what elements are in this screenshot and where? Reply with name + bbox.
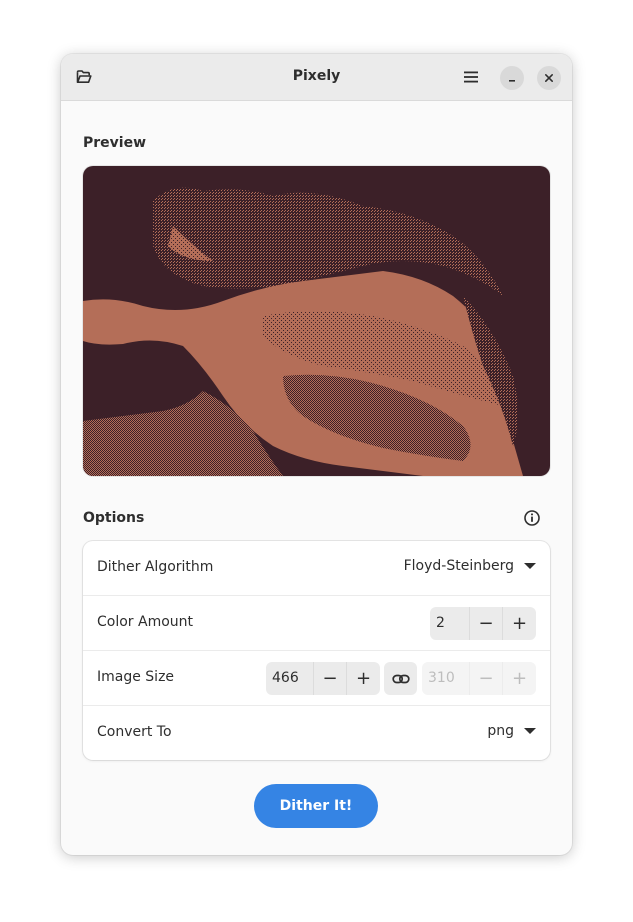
header-bar: Pixely — [61, 54, 572, 101]
dither-algorithm-label: Dither Algorithm — [97, 559, 214, 575]
image-size-label: Image Size — [97, 669, 175, 685]
chevron-down-icon — [524, 563, 536, 569]
color-amount-spinbutton: 2 − + — [430, 607, 536, 640]
image-width-input[interactable]: 466 — [266, 662, 314, 695]
dithered-image-preview — [83, 166, 550, 476]
hamburger-menu-icon — [464, 71, 478, 83]
dither-it-button[interactable]: Dither It! — [254, 784, 378, 828]
image-size-row: Image Size 466 − + 310 − + — [83, 651, 550, 706]
convert-to-row[interactable]: Convert To png — [83, 706, 550, 760]
color-amount-increment-button[interactable]: + — [503, 607, 536, 640]
options-list: Dither Algorithm Floyd-Steinberg Color A… — [83, 541, 550, 760]
chevron-down-icon — [524, 728, 536, 734]
convert-to-label: Convert To — [97, 724, 172, 740]
image-height-spinbutton: 310 − + — [422, 662, 536, 695]
dither-algorithm-value: Floyd-Steinberg — [403, 558, 514, 574]
minimize-icon — [509, 80, 515, 82]
close-icon — [545, 74, 553, 82]
color-amount-row: Color Amount 2 − + — [83, 596, 550, 651]
image-height-decrement-button: − — [470, 662, 503, 695]
color-amount-input[interactable]: 2 — [430, 607, 470, 640]
options-heading: Options — [83, 510, 145, 526]
image-height-increment-button: + — [511, 668, 528, 689]
image-width-increment-button[interactable]: + — [347, 662, 380, 695]
color-amount-label: Color Amount — [97, 614, 194, 630]
dither-algorithm-dropdown[interactable]: Floyd-Steinberg — [404, 558, 536, 574]
preview-image — [83, 166, 550, 476]
info-icon — [524, 510, 540, 526]
color-amount-decrement-button[interactable]: − — [470, 607, 503, 640]
convert-to-value: png — [487, 723, 514, 739]
image-width-spinbutton: 466 − + — [266, 662, 380, 695]
convert-to-dropdown[interactable]: png — [487, 723, 536, 739]
link-icon — [391, 674, 410, 683]
image-height-input: 310 — [422, 662, 470, 695]
preview-heading: Preview — [83, 135, 147, 151]
dither-algorithm-row[interactable]: Dither Algorithm Floyd-Steinberg — [83, 541, 550, 596]
minimize-button[interactable] — [500, 66, 524, 90]
info-button[interactable] — [522, 508, 542, 528]
image-width-decrement-button[interactable]: − — [314, 662, 347, 695]
app-window: Pixely Preview Options Dither Algorithm … — [61, 54, 572, 855]
main-menu-button[interactable] — [459, 65, 483, 89]
link-aspect-ratio-button[interactable] — [384, 662, 417, 695]
window-title: Pixely — [292, 68, 341, 84]
close-button[interactable] — [537, 66, 561, 90]
